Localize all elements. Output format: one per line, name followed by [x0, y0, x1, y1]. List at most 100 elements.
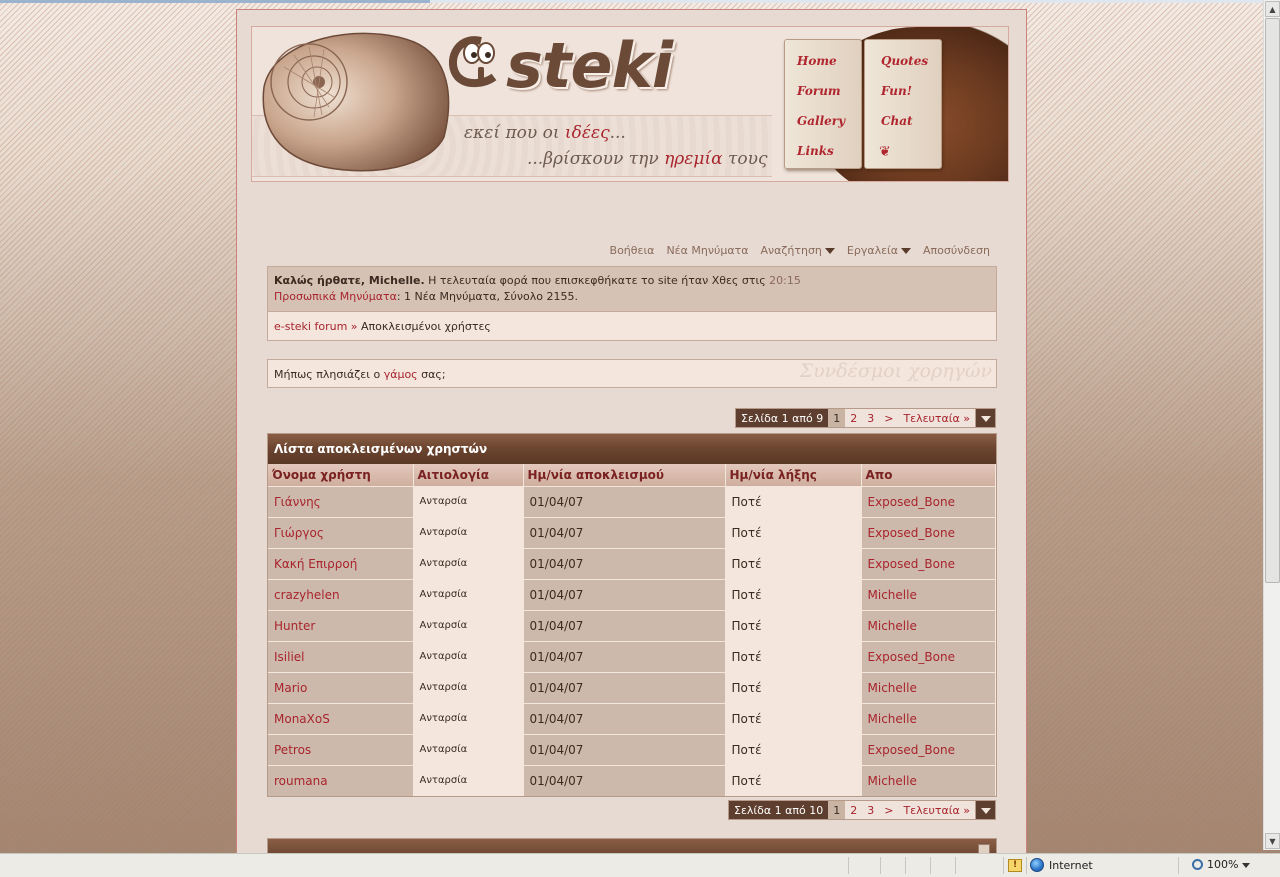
- table-row: MonaXoS Ανταρσία 01/04/07 Ποτέ Michelle: [268, 702, 996, 734]
- scroll-thumb[interactable]: [1265, 18, 1280, 583]
- cell-username[interactable]: roumana: [268, 764, 414, 796]
- cell-reason: Ανταρσία: [413, 702, 524, 734]
- welcome-greeting: Καλώς ήρθατε, Michelle.: [274, 274, 425, 287]
- pager-page-2[interactable]: 2: [845, 409, 862, 427]
- cell-username[interactable]: crazyhelen: [268, 578, 414, 610]
- scroll-up-icon[interactable]: ▲: [1265, 1, 1280, 17]
- cell-banned-by[interactable]: Exposed_Bone: [861, 547, 996, 579]
- table-title: Λίστα αποκλεισμένων χρηστών: [268, 434, 996, 464]
- pager-label: Σελίδα 1 από 10: [729, 801, 829, 819]
- table-body: Γιάννης Ανταρσία 01/04/07 Ποτέ Exposed_B…: [268, 485, 996, 796]
- cell-reason: Ανταρσία: [413, 671, 524, 703]
- cell-banned-by[interactable]: Michelle: [861, 578, 996, 610]
- nav-search[interactable]: Αναζήτηση: [760, 244, 835, 257]
- pager-last[interactable]: Τελευταία »: [898, 409, 975, 427]
- cell-username[interactable]: Petros: [268, 733, 414, 765]
- pager-menu-button[interactable]: [975, 409, 995, 427]
- cell-username[interactable]: Hunter: [268, 609, 414, 641]
- table-row: Hunter Ανταρσία 01/04/07 Ποτέ Michelle: [268, 609, 996, 641]
- cell-banned-by[interactable]: Exposed_Bone: [861, 733, 996, 765]
- pager-menu-button[interactable]: [975, 801, 995, 819]
- pager-next[interactable]: >: [879, 409, 898, 427]
- cell-ban-date: 01/04/07: [523, 485, 726, 517]
- cell-username[interactable]: Κακή Επιρροή: [268, 547, 414, 579]
- ad-text-before: Μήπως πλησιάζει ο: [274, 368, 384, 381]
- book-link-links[interactable]: Links: [797, 144, 834, 158]
- cell-ban-date: 01/04/07: [523, 733, 726, 765]
- status-divider: [848, 857, 849, 874]
- tagline-line1: εκεί που οι ιδέες...: [464, 123, 626, 143]
- sponsor-label: Συνδέσμοι χορηγών: [799, 360, 992, 382]
- tagline-line2: ...βρίσκουν την ηρεμία τους: [527, 149, 768, 169]
- pager-page-3[interactable]: 3: [862, 801, 879, 819]
- col-banned-by[interactable]: Απο: [861, 464, 996, 486]
- sponsor-ad-box: Μήπως πλησιάζει ο γάμος σας; Συνδέσμοι χ…: [267, 359, 997, 388]
- pager-page-2[interactable]: 2: [845, 801, 862, 819]
- cell-username[interactable]: Mario: [268, 671, 414, 703]
- nav-new-posts[interactable]: Νέα Μηνύματα: [666, 244, 748, 257]
- cell-reason: Ανταρσία: [413, 640, 524, 672]
- nav-tools-label: Εργαλεία: [846, 244, 899, 257]
- nav-logout[interactable]: Αποσύνδεση: [923, 244, 990, 257]
- cell-banned-by[interactable]: Michelle: [861, 671, 996, 703]
- cell-banned-by[interactable]: Exposed_Bone: [861, 516, 996, 548]
- col-expiry-date[interactable]: Ημ/νία λήξης: [725, 464, 862, 486]
- cell-banned-by[interactable]: Exposed_Bone: [861, 640, 996, 672]
- zoom-control[interactable]: 100%: [1192, 858, 1251, 871]
- book-link-home[interactable]: Home: [797, 54, 837, 68]
- col-username[interactable]: Όνομα χρήστη: [268, 464, 414, 486]
- pager-page-1[interactable]: 1: [828, 801, 846, 819]
- cell-ban-date: 01/04/07: [523, 609, 726, 641]
- book-page-left: Home Forum Gallery Links: [784, 39, 862, 169]
- book-page-right: Quotes Fun! Chat ❦: [864, 39, 942, 169]
- scroll-down-icon[interactable]: ▼: [1265, 833, 1280, 849]
- cell-ban-date: 01/04/07: [523, 578, 726, 610]
- nav-tools[interactable]: Εργαλεία: [846, 244, 912, 257]
- zoom-level: 100%: [1207, 858, 1239, 871]
- table-row: roumana Ανταρσία 01/04/07 Ποτέ Michelle: [268, 764, 996, 796]
- site-logo[interactable]: steki: [506, 29, 673, 102]
- cell-banned-by[interactable]: Michelle: [861, 609, 996, 641]
- ornament-icon: ❦: [879, 144, 891, 160]
- cell-banned-by[interactable]: Exposed_Bone: [861, 485, 996, 517]
- col-ban-date[interactable]: Ημ/νία αποκλεισμού: [523, 464, 726, 486]
- cell-ban-date: 01/04/07: [523, 516, 726, 548]
- book-link-chat[interactable]: Chat: [881, 114, 913, 128]
- cell-banned-by[interactable]: Michelle: [861, 764, 996, 796]
- welcome-panel: Καλώς ήρθατε, Michelle. Η τελευταία φορά…: [267, 266, 997, 312]
- cell-username[interactable]: MonaXoS: [268, 702, 414, 734]
- zone-label: Internet: [1049, 858, 1093, 872]
- pager-page-1[interactable]: 1: [828, 409, 846, 427]
- breadcrumb-current: Αποκλεισμένοι χρήστες: [361, 320, 491, 333]
- cell-expiry: Ποτέ: [725, 485, 862, 517]
- progress-strip: [0, 0, 430, 3]
- magnifier-icon: [1192, 859, 1203, 870]
- book-link-forum[interactable]: Forum: [797, 84, 841, 98]
- book-link-quotes[interactable]: Quotes: [881, 54, 928, 68]
- ad-link[interactable]: γάμος: [384, 368, 418, 381]
- pager-next[interactable]: >: [879, 801, 898, 819]
- book-link-fun[interactable]: Fun!: [881, 84, 912, 98]
- table-row: Γιάννης Ανταρσία 01/04/07 Ποτέ Exposed_B…: [268, 485, 996, 517]
- dropdown-arrow-icon: [901, 248, 912, 254]
- cell-banned-by[interactable]: Michelle: [861, 702, 996, 734]
- pm-line: Προσωπικά Μηνύματα: 1 Νέα Μηνύματα, Σύνο…: [274, 289, 990, 305]
- col-reason[interactable]: Αιτιολογία: [413, 464, 524, 486]
- vertical-scrollbar[interactable]: ▲ ▼: [1263, 0, 1280, 850]
- cell-username[interactable]: Isiliel: [268, 640, 414, 672]
- security-zone[interactable]: Internet: [1030, 858, 1093, 872]
- book-link-gallery[interactable]: Gallery: [797, 114, 845, 128]
- table-grid: Όνομα χρήστη Αιτιολογία Ημ/νία αποκλεισμ…: [268, 464, 996, 796]
- cell-username[interactable]: Γιάννης: [268, 485, 414, 517]
- cell-expiry: Ποτέ: [725, 764, 862, 796]
- cell-username[interactable]: Γιώργος: [268, 516, 414, 548]
- pager-page-3[interactable]: 3: [862, 409, 879, 427]
- cell-ban-date: 01/04/07: [523, 640, 726, 672]
- security-shield-icon[interactable]: !: [1008, 859, 1022, 872]
- breadcrumb-forum-link[interactable]: e-steki forum: [274, 320, 347, 333]
- cell-expiry: Ποτέ: [725, 516, 862, 548]
- nav-help[interactable]: Βοήθεια: [610, 244, 655, 257]
- pm-link[interactable]: Προσωπικά Μηνύματα: [274, 290, 397, 303]
- cell-reason: Ανταρσία: [413, 516, 524, 548]
- pager-last[interactable]: Τελευταία »: [898, 801, 975, 819]
